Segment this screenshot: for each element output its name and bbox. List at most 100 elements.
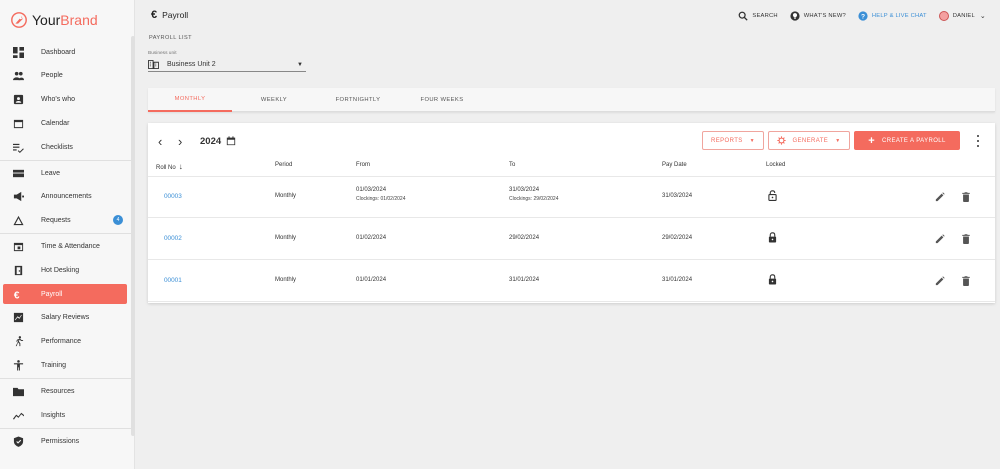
more-options-icon[interactable] bbox=[976, 135, 980, 147]
from-clockings: Clockings: 01/02/2024 bbox=[356, 196, 406, 202]
euro-icon: € bbox=[151, 9, 158, 21]
search-icon bbox=[739, 11, 749, 21]
to-clockings: Clockings: 29/02/2024 bbox=[509, 196, 559, 202]
shield-icon bbox=[12, 435, 24, 447]
calendar-icon[interactable] bbox=[226, 136, 236, 146]
chevron-right-icon[interactable]: › bbox=[178, 135, 190, 148]
period-cell: Monthly bbox=[275, 193, 297, 199]
period-tabs: MONTHLY WEEKLY FORTNIGHTLY FOUR WEEKS bbox=[148, 88, 995, 112]
search-label: SEARCH bbox=[752, 13, 778, 19]
period-cell: Monthly bbox=[275, 235, 297, 241]
sidebar-item-label: Leave bbox=[41, 169, 61, 177]
sidebar-divider bbox=[0, 160, 131, 161]
sidebar-item-performance[interactable]: Performance bbox=[3, 331, 127, 351]
period-cell: Monthly bbox=[275, 277, 297, 283]
sidebar-item-label: Resources bbox=[41, 387, 75, 395]
table-row[interactable]: 00002 Monthly 01/02/2024 29/02/2024 29/0… bbox=[148, 218, 995, 260]
sidebar-item-announcements[interactable]: Announcements bbox=[3, 186, 127, 206]
pay-date-cell: 31/01/2024 bbox=[662, 277, 693, 283]
lock-icon[interactable] bbox=[768, 232, 777, 243]
sidebar-item-payroll[interactable]: € Payroll bbox=[3, 284, 127, 304]
whats-new-label: WHAT'S NEW? bbox=[803, 13, 846, 19]
sidebar: YourBrand Dashboard People Who's who Cal… bbox=[0, 0, 135, 469]
page-title-text: Payroll bbox=[162, 10, 189, 20]
delete-icon[interactable] bbox=[961, 192, 971, 202]
sidebar-item-training[interactable]: Training bbox=[3, 355, 127, 375]
sidebar-item-dashboard[interactable]: Dashboard bbox=[3, 42, 127, 62]
dashboard-icon bbox=[12, 46, 24, 58]
delete-icon[interactable] bbox=[961, 234, 971, 244]
column-header-to: To bbox=[509, 162, 516, 168]
roll-no-link[interactable]: 00001 bbox=[164, 277, 182, 284]
sidebar-item-whos-who[interactable]: Who's who bbox=[3, 89, 127, 109]
brand-logo[interactable]: YourBrand bbox=[10, 10, 98, 30]
create-payroll-label: CREATE A PAYROLL bbox=[882, 137, 946, 144]
table-row[interactable]: 00003 Monthly 01/03/2024 Clockings: 01/02… bbox=[148, 176, 995, 218]
sidebar-item-resources[interactable]: Resources bbox=[3, 381, 127, 401]
edit-icon[interactable] bbox=[935, 276, 945, 286]
sidebar-item-label: Hot Desking bbox=[41, 266, 80, 274]
arrow-down-icon: ↓ bbox=[178, 162, 183, 171]
edit-icon[interactable] bbox=[935, 234, 945, 244]
search-button[interactable]: SEARCH bbox=[738, 11, 778, 21]
chevron-left-icon[interactable]: ‹ bbox=[158, 135, 170, 148]
from-cell: 01/03/2024 Clockings: 01/02/2024 bbox=[356, 187, 406, 202]
sidebar-divider bbox=[0, 233, 131, 234]
tab-weekly[interactable]: WEEKLY bbox=[232, 88, 316, 112]
sidebar-item-leave[interactable]: Leave bbox=[3, 163, 127, 183]
leave-icon bbox=[12, 167, 24, 179]
create-payroll-button[interactable]: + CREATE A PAYROLL bbox=[854, 131, 960, 150]
column-header-roll-no[interactable]: Roll No ↓ bbox=[156, 162, 183, 171]
sidebar-item-requests[interactable]: Requests 4 bbox=[3, 210, 127, 230]
caret-down-icon: ▼ bbox=[297, 61, 303, 68]
salary-chart-icon bbox=[12, 311, 24, 323]
sidebar-scrollbar[interactable] bbox=[131, 36, 135, 436]
page-title: € Payroll bbox=[151, 9, 188, 21]
sidebar-item-hot-desking[interactable]: Hot Desking bbox=[3, 260, 127, 280]
caret-down-icon: ▼ bbox=[835, 137, 841, 144]
user-menu[interactable]: DANIEL ⌄ bbox=[938, 11, 986, 21]
reports-button[interactable]: REPORTS ▼ bbox=[702, 131, 764, 150]
megaphone-icon bbox=[12, 190, 24, 202]
tab-monthly[interactable]: MONTHLY bbox=[148, 88, 232, 112]
column-header-from: From bbox=[356, 162, 370, 168]
sidebar-item-calendar[interactable]: Calendar bbox=[3, 113, 127, 133]
sidebar-item-label: Announcements bbox=[41, 192, 92, 200]
to-cell: 29/02/2024 bbox=[509, 235, 540, 241]
generate-button[interactable]: GENERATE ▼ bbox=[768, 131, 850, 150]
whats-new-button[interactable]: WHAT'S NEW? bbox=[790, 11, 846, 21]
sidebar-item-label: Calendar bbox=[41, 119, 70, 127]
sidebar-item-label: Payroll bbox=[41, 290, 63, 298]
sidebar-item-insights[interactable]: Insights bbox=[3, 405, 127, 425]
business-unit-value: Business Unit 2 bbox=[167, 61, 216, 68]
sidebar-item-checklists[interactable]: Checklists bbox=[3, 137, 127, 157]
tab-fortnightly[interactable]: FORTNIGHTLY bbox=[316, 88, 400, 112]
business-unit-select[interactable]: Business Unit 2 ▼ bbox=[148, 58, 306, 72]
calendar-icon bbox=[12, 117, 24, 129]
tab-four-weeks[interactable]: FOUR WEEKS bbox=[400, 88, 484, 112]
running-icon bbox=[12, 335, 24, 347]
euro-icon: € bbox=[12, 288, 24, 300]
unlock-icon[interactable] bbox=[768, 190, 777, 201]
table-row[interactable]: 00001 Monthly 01/01/2024 31/01/2024 31/0… bbox=[148, 260, 995, 302]
chevron-down-icon: ⌄ bbox=[979, 13, 986, 20]
roll-no-link[interactable]: 00003 bbox=[164, 193, 182, 200]
edit-icon[interactable] bbox=[935, 192, 945, 202]
sidebar-item-label: Checklists bbox=[41, 143, 73, 151]
help-live-chat-button[interactable]: ? HELP & LIVE CHAT bbox=[858, 11, 927, 21]
sidebar-divider bbox=[0, 378, 131, 379]
caret-down-icon: ▼ bbox=[749, 137, 756, 144]
reports-label: REPORTS bbox=[710, 137, 743, 144]
pay-date-cell: 31/03/2024 bbox=[662, 193, 693, 199]
sidebar-item-permissions[interactable]: Permissions bbox=[3, 431, 127, 451]
sidebar-item-people[interactable]: People bbox=[3, 65, 127, 85]
help-label: HELP & LIVE CHAT bbox=[871, 13, 927, 19]
delete-icon[interactable] bbox=[961, 276, 971, 286]
sidebar-item-salary-reviews[interactable]: Salary Reviews bbox=[3, 307, 127, 327]
section-label: PAYROLL LIST bbox=[149, 35, 192, 41]
roll-no-link[interactable]: 00002 bbox=[164, 235, 182, 242]
lock-icon[interactable] bbox=[768, 274, 777, 285]
avatar bbox=[938, 11, 949, 21]
sidebar-item-label: People bbox=[41, 71, 63, 79]
sidebar-item-time-attendance[interactable]: Time & Attendance bbox=[3, 236, 127, 256]
